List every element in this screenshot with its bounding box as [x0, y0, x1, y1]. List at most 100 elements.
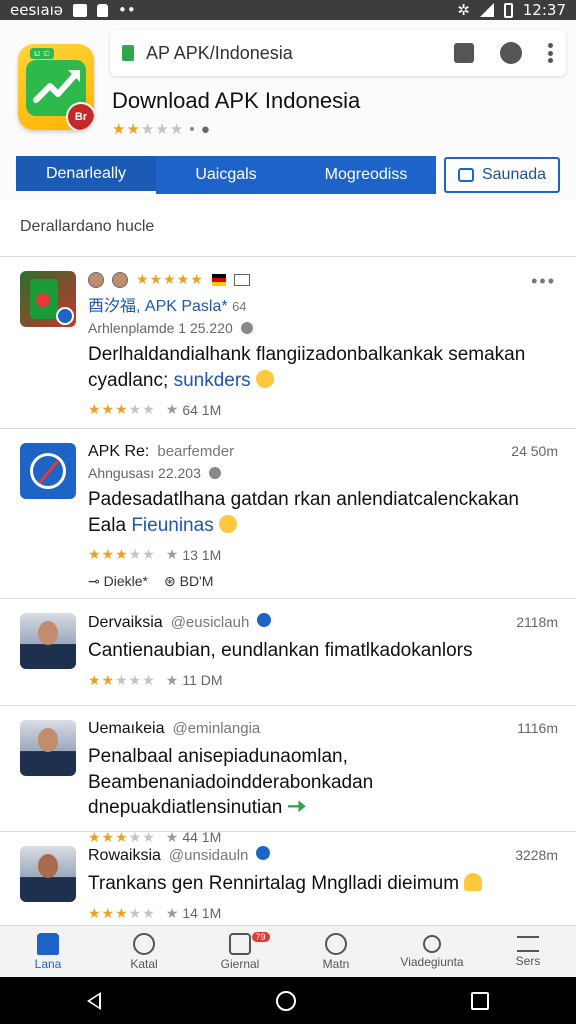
- post-text: Derlhaldandialhank flangiizadonbalkankak…: [88, 342, 558, 393]
- profile-icon[interactable]: [500, 42, 522, 64]
- close-box-icon: [229, 932, 251, 955]
- verified-icon: [56, 307, 74, 325]
- bottom-nav: Lana Katal 79 Giernal Matn Viadegiunta S…: [0, 925, 576, 977]
- url-text[interactable]: AP APK/Indonesia: [146, 43, 293, 64]
- post-avatar[interactable]: [20, 846, 76, 902]
- app-icon[interactable]: ಟ ಐ Br: [18, 44, 94, 130]
- post-author-suffix: 64: [232, 299, 247, 314]
- post-avatar[interactable]: [20, 271, 76, 327]
- back-icon[interactable]: [87, 991, 102, 1010]
- star-icon: ★: [165, 904, 179, 921]
- save-button[interactable]: Saunada: [444, 157, 560, 193]
- post-time: 3228m: [515, 847, 558, 863]
- post-time: 2118m: [516, 614, 558, 630]
- home-circle-icon[interactable]: [275, 990, 296, 1011]
- menu-icon[interactable]: [548, 43, 554, 63]
- app-icon-badge: Br: [66, 102, 94, 130]
- rating-stars: ★★★★★: [88, 904, 156, 921]
- more-options-button[interactable]: •••: [531, 271, 556, 292]
- post-feed[interactable]: ★★★★★ ••• 酉汐福, APK Pasla* 64 Arhlenplamd…: [0, 257, 576, 925]
- share-label: BD'M: [179, 573, 214, 590]
- post-meta: Arhlenplamde 1 25.220: [88, 320, 233, 336]
- home-icon: [37, 932, 59, 955]
- info-icon[interactable]: ●: [201, 121, 211, 138]
- post-avatar[interactable]: [20, 443, 76, 499]
- rating-count: ★ 14 1M: [166, 905, 221, 922]
- carrier-text: eesıaıə: [10, 1, 64, 19]
- post-author[interactable]: 酉汐福, APK Pasla*: [88, 298, 228, 315]
- recents-icon[interactable]: [470, 991, 489, 1010]
- emoji-icon: [218, 514, 237, 533]
- nav-label: Katal: [130, 956, 158, 971]
- nav-search[interactable]: Viadegiunta: [384, 926, 480, 977]
- app-icon-tag: ಟ ಐ: [30, 48, 54, 59]
- tab-uaicgals[interactable]: Uaicgals: [156, 156, 296, 194]
- person-icon: [38, 728, 58, 752]
- post-item[interactable]: APK Re: bearfemder 24 50m Ahngusası 22.2…: [0, 429, 576, 599]
- rating-count-value: 14 1M: [182, 905, 222, 922]
- nav-menu[interactable]: Sers: [480, 926, 576, 977]
- post-text: Trankans gen Rennirtalag Mnglladi dieimu…: [88, 871, 558, 897]
- post-link[interactable]: sunkders: [174, 370, 251, 391]
- post-text: Padesadatlhana gatdan rkan anlendiatcale…: [88, 487, 558, 538]
- globe-icon: [208, 467, 221, 479]
- user-avatar-icon: [88, 271, 104, 288]
- post-item[interactable]: ★★★★★ ••• 酉汐福, APK Pasla* 64 Arhlenplamd…: [0, 257, 576, 429]
- tab-denarleally[interactable]: Denarleally: [16, 156, 156, 194]
- dislike-button[interactable]: ⊸ Diekle*: [88, 573, 148, 590]
- clock: 12:37: [522, 1, 566, 19]
- url-bar[interactable]: AP APK/Indonesia: [110, 30, 566, 76]
- tabs-icon[interactable]: [454, 43, 474, 63]
- save-button-label: Saunada: [481, 166, 547, 183]
- post-author[interactable]: Dervaiksia: [88, 614, 163, 632]
- system-nav-bar: [0, 977, 576, 1024]
- post-item[interactable]: Dervaiksia @eusiclauh 2118m Cantienaubia…: [0, 599, 576, 706]
- star-icon: ★: [165, 671, 179, 688]
- post-author[interactable]: Rowaiksia: [88, 847, 161, 865]
- dislike-label: Diekle*: [103, 573, 148, 590]
- nav-label: Viadegiunta: [400, 954, 464, 969]
- nav-label: Lana: [34, 956, 62, 971]
- rating-count-value: 11 DM: [182, 672, 223, 689]
- app-title: Download APK Indonesia: [112, 88, 361, 113]
- nav-home[interactable]: Lana: [0, 926, 96, 977]
- star-icon: ★: [165, 401, 179, 418]
- globe-icon: [240, 322, 253, 334]
- bell-icon: [464, 873, 483, 891]
- rating-count: ★ 64 1M: [166, 401, 221, 418]
- post-text: Penalbaal anisepiadunaomlan, Beambenania…: [88, 744, 558, 821]
- android-icon: [97, 3, 109, 17]
- user-avatar-icon: [112, 271, 128, 288]
- rating-stars: ★★★★★: [88, 546, 156, 563]
- post-author[interactable]: APK Re:: [88, 443, 149, 461]
- nav-label: Giernal: [220, 956, 260, 971]
- post-body: Derlhaldandialhank flangiizadonbalkankak…: [88, 344, 526, 391]
- post-item[interactable]: Uemaıkeia @eminlangia 1116m Penalbaal an…: [0, 706, 576, 845]
- post-item[interactable]: Rowaiksia @unsidauln 3228m Trankans gen …: [0, 832, 576, 925]
- rating-count-value: 64 1M: [182, 401, 222, 418]
- post-handle: @unsidauln: [168, 847, 249, 864]
- smiley-icon: [325, 932, 347, 955]
- nav-matn[interactable]: Matn: [288, 926, 384, 977]
- search-icon: [423, 934, 441, 953]
- post-link[interactable]: Fieuninas: [131, 515, 213, 536]
- arrow-icon: [287, 800, 306, 813]
- rating-count: ★ 13 1M: [166, 546, 221, 563]
- nav-katal[interactable]: Katal: [96, 926, 192, 977]
- status-bar: eesıaıə •• ✲ 12:37: [0, 0, 576, 20]
- post-avatar[interactable]: [20, 613, 76, 669]
- tab-bar: Denarleally Uaicgals Mogreodiss: [16, 156, 436, 194]
- compass-icon: [30, 453, 66, 489]
- person-icon: [38, 621, 58, 645]
- mute-icon: ✲: [457, 1, 470, 19]
- tab-mogreodiss[interactable]: Mogreodiss: [296, 156, 436, 194]
- post-author[interactable]: Uemaıkeia: [88, 720, 164, 738]
- signal-icon: [479, 3, 494, 17]
- verified-icon: [257, 613, 272, 627]
- emoji-icon: [255, 369, 274, 388]
- nav-giernal[interactable]: 79 Giernal: [192, 926, 288, 977]
- rating-count: ★ 11 DM: [166, 672, 223, 689]
- share-button[interactable]: ⊛ BD'M: [164, 573, 213, 590]
- post-avatar[interactable]: [20, 720, 76, 776]
- app-rating: ★★★★★ • ●: [112, 121, 211, 138]
